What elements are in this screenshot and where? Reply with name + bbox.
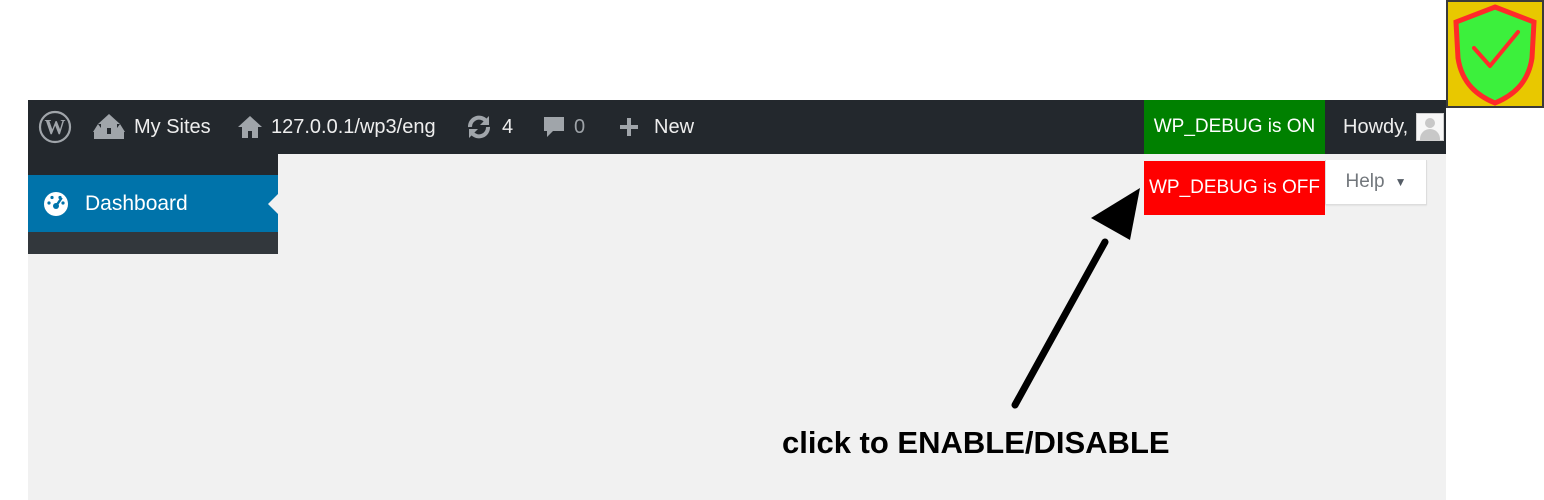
annotation-text: click to ENABLE/DISABLE: [782, 425, 1170, 460]
annotation-arrow: [1011, 188, 1140, 409]
shield-check-icon: [1446, 0, 1544, 108]
wp-admin-screen: W My Sites 127.0.0.1/wp3/eng 4 0 New WP_…: [28, 100, 1446, 500]
wp-debug-off-button[interactable]: WP_DEBUG is OFF: [1144, 161, 1325, 215]
